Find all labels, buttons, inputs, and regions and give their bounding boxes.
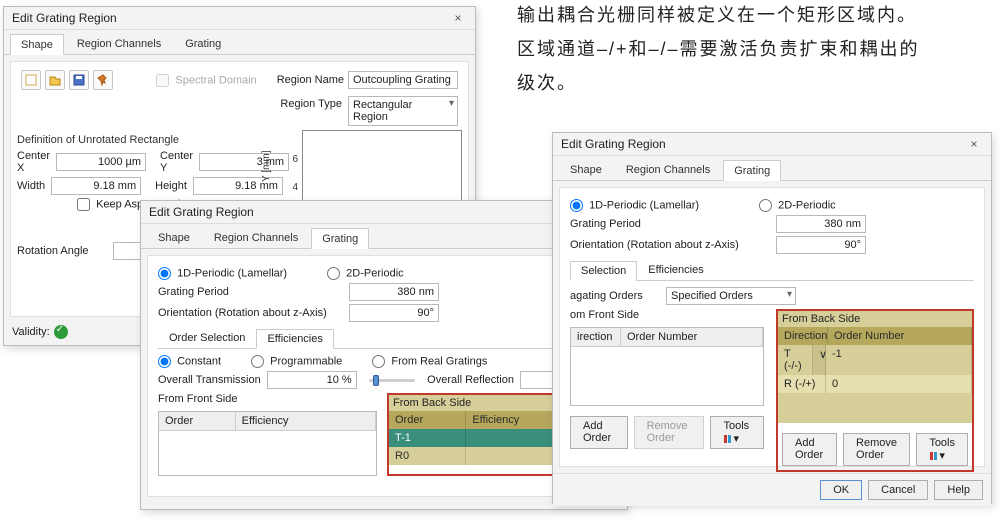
propagating-select[interactable]: Specified Orders bbox=[666, 287, 796, 305]
col-ordernum: Order Number bbox=[621, 328, 763, 346]
width-input[interactable]: 9.18 mm bbox=[51, 177, 141, 195]
propagating-label: agating Orders bbox=[570, 290, 660, 302]
remove-order-button[interactable]: Remove Order bbox=[843, 433, 910, 466]
check-icon bbox=[54, 325, 68, 339]
add-order-button[interactable]: Add Order bbox=[570, 416, 628, 449]
front-side-label: From Front Side bbox=[158, 393, 377, 405]
height-label: Height bbox=[155, 180, 187, 192]
orient-label: Orientation (Rotation about z-Axis) bbox=[570, 239, 770, 251]
back-side-label: From Back Side bbox=[778, 311, 972, 327]
open-icon[interactable] bbox=[45, 70, 65, 90]
region-name-input[interactable]: Outcoupling Grating bbox=[348, 71, 458, 89]
mode-1d-radio[interactable]: 1D-Periodic (Lamellar) bbox=[158, 267, 287, 280]
centery-label: Center Y bbox=[160, 150, 193, 174]
overall-trans-input[interactable]: 10 % bbox=[267, 371, 357, 389]
tab-region-channels[interactable]: Region Channels bbox=[615, 159, 721, 180]
inner-tab-selection[interactable]: Selection bbox=[570, 261, 637, 281]
new-icon[interactable] bbox=[21, 70, 41, 90]
tools-button[interactable]: Tools ▾ bbox=[916, 433, 968, 466]
window-title: Edit Grating Region bbox=[561, 137, 965, 151]
cell-num[interactable]: 0 bbox=[826, 375, 972, 393]
tab-region-channels[interactable]: Region Channels bbox=[66, 33, 172, 54]
eff-constant-radio[interactable]: Constant bbox=[158, 355, 221, 368]
rotation-label: Rotation Angle bbox=[17, 245, 107, 257]
tab-grating[interactable]: Grating bbox=[723, 160, 781, 181]
overall-refl-label: Overall Reflection bbox=[427, 374, 514, 386]
spectral-domain-checkbox: Spectral Domain bbox=[156, 74, 256, 87]
window-grating-order: Edit Grating Region × Shape Region Chann… bbox=[552, 132, 992, 504]
tick: 6 bbox=[292, 154, 298, 165]
cell-num[interactable]: -1 bbox=[826, 345, 972, 375]
orient-input[interactable]: 90° bbox=[776, 236, 866, 254]
overall-trans-label: Overall Transmission bbox=[158, 374, 261, 386]
page-text-line: 级次。 bbox=[517, 66, 995, 100]
period-input[interactable]: 380 nm bbox=[349, 283, 439, 301]
centerx-input[interactable]: 1000 µm bbox=[56, 153, 146, 171]
col-order: Order bbox=[389, 411, 466, 429]
region-name-label: Region Name bbox=[277, 72, 344, 88]
col-order: Order bbox=[159, 412, 236, 430]
orient-input[interactable]: 90° bbox=[349, 304, 439, 322]
y-axis-label: Y [mm] bbox=[261, 151, 272, 182]
col-direction: Direction bbox=[778, 327, 828, 345]
validity-label: Validity: bbox=[12, 326, 50, 338]
window-title: Edit Grating Region bbox=[149, 205, 601, 219]
inner-tab-eff[interactable]: Efficiencies bbox=[256, 329, 333, 349]
inner-tab-order[interactable]: Order Selection bbox=[158, 328, 256, 348]
orient-label: Orientation (Rotation about z-Axis) bbox=[158, 307, 343, 319]
period-label: Grating Period bbox=[570, 218, 770, 230]
titlebar: Edit Grating Region × bbox=[4, 7, 475, 30]
mode-1d-radio[interactable]: 1D-Periodic (Lamellar) bbox=[570, 199, 699, 212]
cell-order[interactable]: R0 bbox=[389, 447, 466, 465]
page-text-line: 输出耦合光栅同样被定义在一个矩形区域内。 bbox=[517, 0, 995, 32]
chevron-down-icon[interactable]: ∨ bbox=[813, 345, 826, 375]
eff-real-radio[interactable]: From Real Gratings bbox=[372, 355, 487, 368]
definition-label: Definition of Unrotated Rectangle bbox=[17, 134, 267, 146]
pin-icon[interactable] bbox=[93, 70, 113, 90]
tab-shape[interactable]: Shape bbox=[147, 227, 201, 248]
tab-region-channels[interactable]: Region Channels bbox=[203, 227, 309, 248]
close-icon[interactable]: × bbox=[449, 11, 467, 25]
add-order-button[interactable]: Add Order bbox=[782, 433, 837, 466]
cell-order[interactable]: T-1 bbox=[389, 429, 466, 447]
tabstrip: Shape Region Channels Grating bbox=[4, 30, 475, 55]
tab-shape[interactable]: Shape bbox=[559, 159, 613, 180]
close-icon[interactable]: × bbox=[965, 137, 983, 151]
mode-2d-radio[interactable]: 2D-Periodic bbox=[327, 267, 404, 280]
ok-button[interactable]: OK bbox=[820, 480, 862, 500]
window-title: Edit Grating Region bbox=[12, 11, 449, 25]
save-icon[interactable] bbox=[69, 70, 89, 90]
col-ordernum: Order Number bbox=[828, 327, 972, 345]
eff-prog-radio[interactable]: Programmable bbox=[251, 355, 342, 368]
period-input[interactable]: 380 nm bbox=[776, 215, 866, 233]
col-eff: Efficiency bbox=[236, 412, 376, 430]
region-type-select[interactable]: Rectangular Region bbox=[348, 96, 458, 126]
col-direction: irection bbox=[571, 328, 621, 346]
tab-shape[interactable]: Shape bbox=[10, 34, 64, 55]
centery-input[interactable]: 3 mm bbox=[199, 153, 289, 171]
inner-tab-eff[interactable]: Efficiencies bbox=[637, 260, 714, 280]
help-button[interactable]: Help bbox=[934, 480, 983, 500]
mode-2d-radio[interactable]: 2D-Periodic bbox=[759, 199, 836, 212]
centerx-label: Center X bbox=[17, 150, 50, 174]
tab-grating[interactable]: Grating bbox=[174, 33, 232, 54]
tools-button[interactable]: Tools ▾ bbox=[710, 416, 764, 449]
front-side-label: om Front Side bbox=[570, 309, 764, 321]
efficiency-slider[interactable] bbox=[369, 379, 415, 382]
tab-grating[interactable]: Grating bbox=[311, 228, 369, 249]
region-type-label: Region Type bbox=[280, 96, 342, 126]
cancel-button[interactable]: Cancel bbox=[868, 480, 928, 500]
tick: 4 bbox=[292, 182, 298, 193]
cell-dir[interactable]: T (-/-) bbox=[778, 345, 813, 375]
remove-order-button: Remove Order bbox=[634, 416, 705, 449]
cell-dir[interactable]: R (-/+) bbox=[778, 375, 826, 393]
page-text-line: 区域通道–/+和–/–需要激活负责扩束和耦出的 bbox=[517, 32, 995, 66]
width-label: Width bbox=[17, 180, 45, 192]
period-label: Grating Period bbox=[158, 286, 343, 298]
